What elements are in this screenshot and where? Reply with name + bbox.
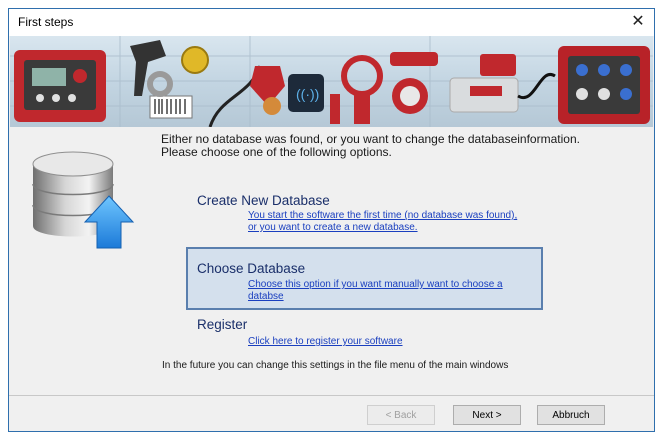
create-new-database-title[interactable]: Create New Database (197, 193, 330, 208)
create-new-database-link-2[interactable]: or you want to create a new database. (248, 222, 418, 233)
intro-text: Either no database was found, or you wan… (161, 132, 580, 159)
separator (9, 395, 654, 396)
create-new-database-link[interactable]: You start the software the first time (n… (248, 210, 517, 221)
next-button[interactable]: Next > (453, 405, 521, 425)
svg-text:((·)): ((·)) (296, 86, 319, 102)
close-icon[interactable]: ✕ (622, 9, 654, 36)
first-steps-dialog: First steps ✕ ((·)) Either no database w… (8, 8, 655, 432)
back-button[interactable]: < Back (367, 405, 435, 425)
footer-note: In the future you can change this settin… (162, 360, 509, 371)
title-bar: First steps ✕ (9, 9, 654, 36)
database-upload-icon (25, 144, 137, 252)
choose-database-link-2[interactable]: databse (248, 291, 284, 302)
register-title[interactable]: Register (197, 317, 247, 332)
measurement-devices-banner: ((·)) (10, 36, 653, 127)
window-title: First steps (18, 15, 74, 29)
choose-database-link[interactable]: Choose this option if you want manually … (248, 279, 503, 290)
register-link[interactable]: Click here to register your software (248, 336, 403, 347)
cancel-button[interactable]: Abbruch (537, 405, 605, 425)
choose-database-title[interactable]: Choose Database (197, 261, 305, 276)
